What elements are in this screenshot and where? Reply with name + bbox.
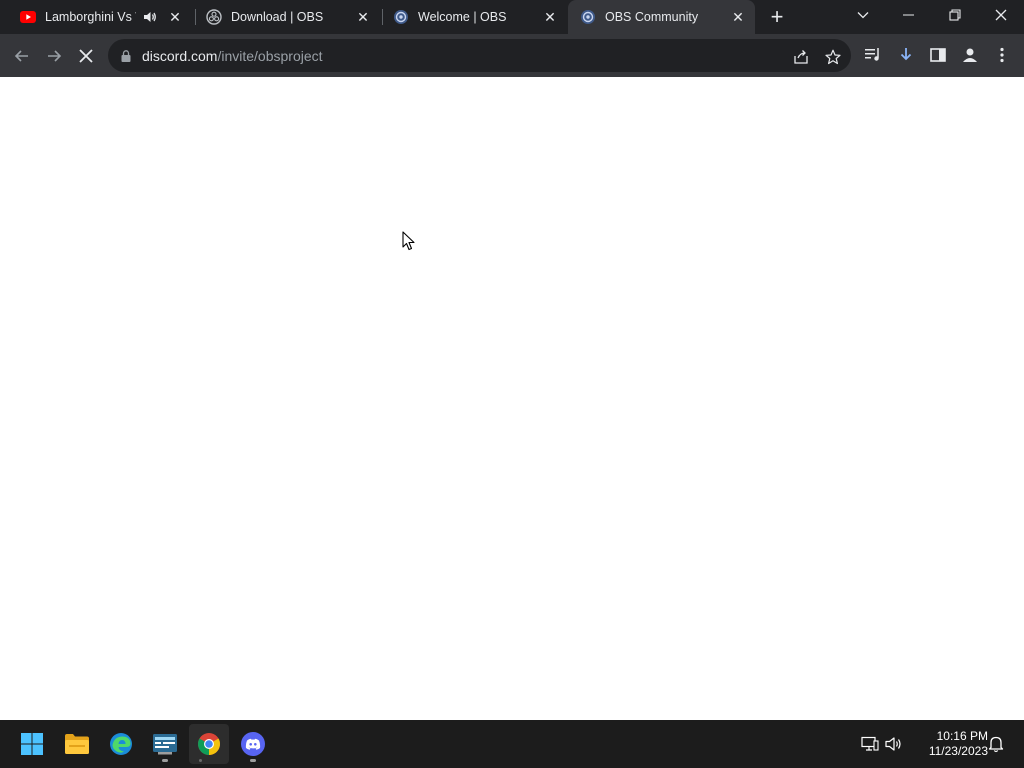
running-indicator (250, 759, 256, 762)
restore-icon[interactable] (932, 0, 978, 30)
forward-icon[interactable] (41, 43, 67, 69)
browser-window-frame: Lamborghini Vs W ✕ Download | OBS ✕ Welc… (0, 0, 1024, 77)
address-bar[interactable]: discord.com/invite/obsproject (108, 39, 851, 72)
tab-title: Lamborghini Vs W (45, 10, 136, 24)
tab-close-icon[interactable]: ✕ (354, 8, 372, 26)
obs-forum-icon (580, 9, 596, 25)
running-indicator (162, 759, 168, 762)
new-tab-button[interactable]: + (765, 4, 789, 29)
taskbar-app-icon[interactable] (145, 724, 185, 764)
tab-welcome-obs[interactable]: Welcome | OBS ✕ (381, 0, 567, 34)
tab-obs-community[interactable]: OBS Community ✕ (568, 0, 755, 34)
chrome-icon[interactable] (189, 724, 229, 764)
url-path: /invite/obsproject (217, 47, 323, 64)
volume-icon[interactable] (884, 734, 904, 754)
tab-title: OBS Community (605, 10, 699, 24)
windows-start-icon[interactable] (12, 724, 52, 764)
running-indicator (199, 759, 202, 762)
stop-loading-icon[interactable] (73, 43, 99, 69)
youtube-icon (20, 9, 36, 25)
address-url[interactable]: discord.com/invite/obsproject (142, 48, 323, 64)
discord-icon[interactable] (233, 724, 273, 764)
clock-time: 10:16 PM (936, 729, 988, 743)
lock-icon[interactable] (120, 49, 132, 63)
edge-icon[interactable] (101, 724, 141, 764)
network-icon[interactable] (860, 734, 880, 754)
browser-toolbar: discord.com/invite/obsproject (0, 34, 1024, 77)
download-icon[interactable] (895, 44, 917, 66)
file-explorer-icon[interactable] (57, 724, 97, 764)
minimize-icon[interactable] (886, 0, 932, 30)
mouse-cursor-icon (402, 231, 416, 256)
clock-date: 11/23/2023 (928, 744, 988, 758)
side-panel-icon[interactable] (927, 44, 949, 66)
tab-strip: Lamborghini Vs W ✕ Download | OBS ✕ Welc… (0, 0, 1024, 34)
tab-close-icon[interactable]: ✕ (729, 8, 747, 26)
tab-close-icon[interactable]: ✕ (166, 8, 184, 26)
media-queue-icon[interactable] (862, 44, 884, 66)
notification-bell-icon[interactable] (986, 734, 1006, 754)
close-icon[interactable] (978, 0, 1024, 30)
system-clock[interactable]: 10:16 PM 11/23/2023 (912, 729, 988, 759)
menu-kebab-icon[interactable] (991, 44, 1013, 66)
taskbar: 10:16 PM 11/23/2023 (0, 720, 1024, 768)
bookmark-star-icon[interactable] (823, 47, 843, 67)
speaker-icon[interactable] (142, 9, 158, 25)
chevron-down-icon[interactable] (840, 0, 886, 30)
profile-icon[interactable] (959, 44, 981, 66)
share-icon[interactable] (791, 47, 811, 67)
tab-close-icon[interactable]: ✕ (541, 8, 559, 26)
tab-title: Download | OBS (231, 10, 324, 24)
tab-youtube[interactable]: Lamborghini Vs W ✕ (0, 0, 192, 34)
obs-forum-icon (393, 9, 409, 25)
tab-download-obs[interactable]: Download | OBS ✕ (194, 0, 380, 34)
url-domain: discord.com (142, 47, 218, 64)
back-icon[interactable] (9, 43, 35, 69)
obs-icon (206, 9, 222, 25)
page-content[interactable] (0, 77, 1024, 720)
tab-title: Welcome | OBS (418, 10, 507, 24)
